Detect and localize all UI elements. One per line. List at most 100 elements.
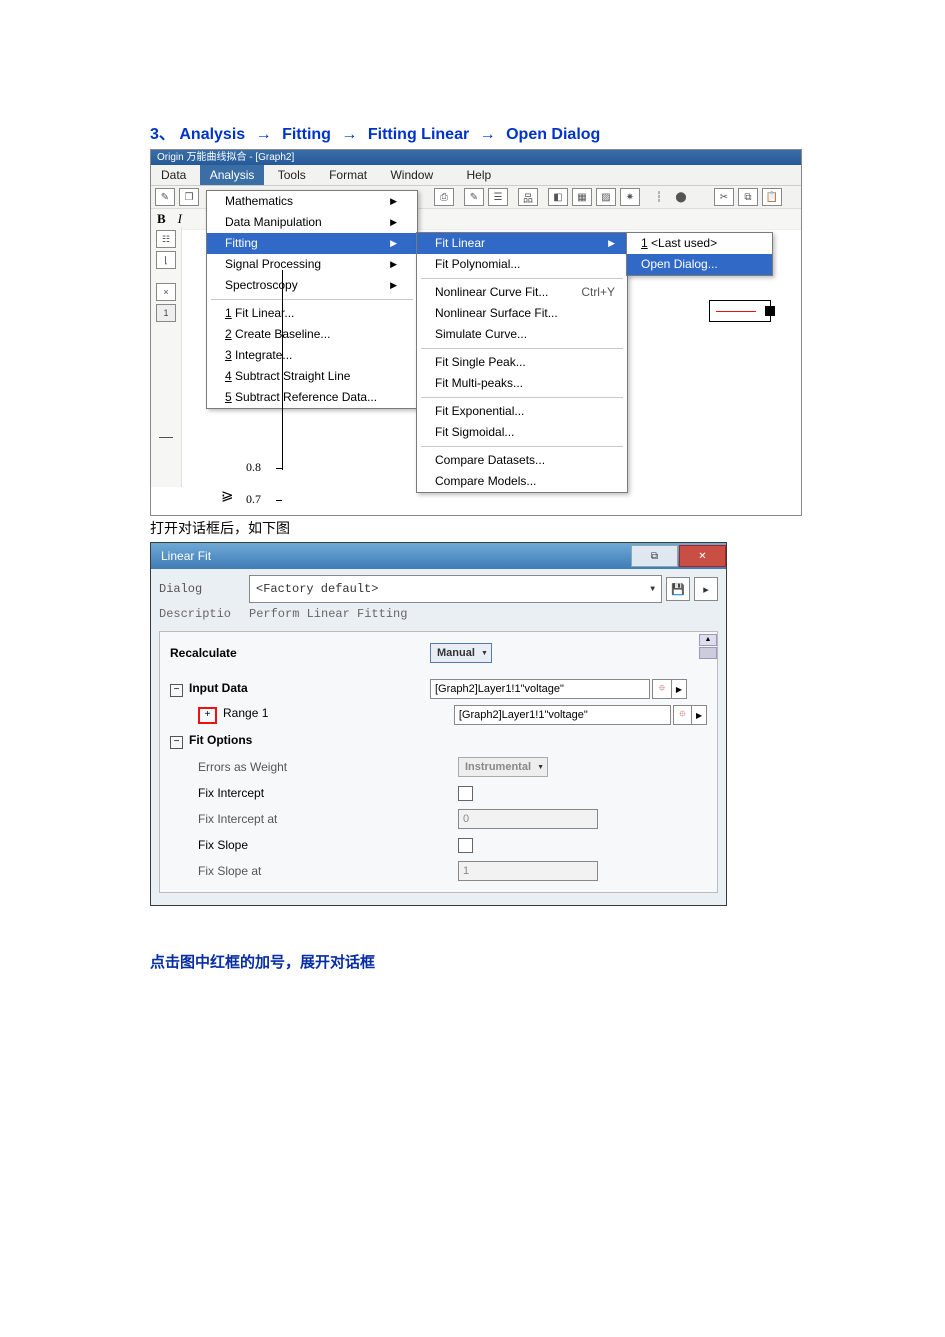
- menu-item-compare-datasets[interactable]: Compare Datasets...: [417, 450, 627, 471]
- scrollbar[interactable]: ▲: [699, 634, 715, 656]
- toolbar-icon[interactable]: ⬤: [672, 189, 690, 205]
- fit-linear-submenu: 1 <Last used> Open Dialog...: [626, 232, 773, 276]
- window-titlebar: Origin 万能曲线拟合 - [Graph2]: [151, 150, 801, 165]
- toolbar-icon[interactable]: ☰: [488, 188, 508, 206]
- range1-field[interactable]: [Graph2]Layer1!1"voltage": [454, 705, 671, 725]
- fix-intercept-checkbox[interactable]: [458, 786, 473, 801]
- errors-as-weight-label: Errors as Weight: [170, 760, 458, 774]
- theme-menu-icon[interactable]: ▸: [694, 577, 718, 601]
- toolbar-icon[interactable]: ✷: [620, 188, 640, 206]
- scroll-thumb[interactable]: [699, 647, 717, 659]
- menu-item-mathematics[interactable]: Mathematics▶: [207, 191, 417, 212]
- fit-options-label: −Fit Options: [170, 733, 430, 749]
- dialog-description: DescriptioPerform Linear Fitting: [159, 607, 718, 621]
- fix-slope-at-label: Fix Slope at: [170, 864, 458, 878]
- submenu-arrow-icon: ▶: [390, 254, 397, 275]
- toolbar-icon[interactable]: ▨: [596, 188, 616, 206]
- heading-step-3: Fitting Linear: [368, 126, 469, 143]
- heading-step-2: Fitting: [282, 126, 331, 143]
- menu-item-open-dialog[interactable]: Open Dialog...: [627, 254, 772, 275]
- menu-item-recent-1[interactable]: 1 Fit Linear...: [207, 303, 417, 324]
- menu-item-fit-linear[interactable]: Fit Linear▶: [417, 233, 627, 254]
- menu-item-recent-5[interactable]: 5 Subtract Reference Data...: [207, 387, 417, 408]
- menu-item-nonlinear-surface[interactable]: Nonlinear Surface Fit...: [417, 303, 627, 324]
- menu-separator: [421, 278, 623, 279]
- menu-item-recent-4[interactable]: 4 Subtract Straight Line: [207, 366, 417, 387]
- recalculate-label: Recalculate: [170, 646, 430, 660]
- menu-item-spectroscopy[interactable]: Spectroscopy▶: [207, 275, 417, 296]
- submenu-arrow-icon: ▶: [390, 191, 397, 212]
- submenu-arrow-icon: ▶: [390, 212, 397, 233]
- toolbar-icon[interactable]: 品: [518, 188, 538, 206]
- menu-item-fit-single-peak[interactable]: Fit Single Peak...: [417, 352, 627, 373]
- toolbar-icon[interactable]: ❐: [179, 188, 199, 206]
- fix-slope-checkbox[interactable]: [458, 838, 473, 853]
- menu-separator: [421, 397, 623, 398]
- copy-icon[interactable]: ⧉: [738, 188, 758, 206]
- menu-item-signal-processing[interactable]: Signal Processing▶: [207, 254, 417, 275]
- menu-item-recent-2[interactable]: 2 Create Baseline...: [207, 324, 417, 345]
- bold-button[interactable]: B: [157, 211, 166, 227]
- menu-item-fitting[interactable]: Fitting▶: [207, 233, 417, 254]
- toolbar-icon[interactable]: ▦: [572, 188, 592, 206]
- legend-line-icon: [716, 311, 756, 312]
- italic-button[interactable]: I: [178, 211, 182, 227]
- print-icon[interactable]: ⎙: [434, 188, 454, 206]
- theme-value: <Factory default>: [256, 582, 378, 596]
- toolbar-icon[interactable]: ✎: [464, 188, 484, 206]
- menu-help[interactable]: Help: [456, 165, 501, 185]
- range-menu-icon[interactable]: ▶: [692, 705, 707, 725]
- dialog-titlebar: Linear Fit ⧉ ✕: [151, 543, 726, 569]
- menu-analysis[interactable]: Analysis: [200, 165, 265, 185]
- menu-window[interactable]: Window: [380, 165, 443, 185]
- menu-item-recent-3[interactable]: 3 Integrate...: [207, 345, 417, 366]
- toolbar-icon[interactable]: ◧: [548, 188, 568, 206]
- menu-item-simulate-curve[interactable]: Simulate Curve...: [417, 324, 627, 345]
- fix-intercept-at-field: 0: [458, 809, 598, 829]
- cut-icon[interactable]: ✂: [714, 188, 734, 206]
- axis-tick-label: 0.8: [246, 460, 261, 475]
- linear-fit-dialog: Linear Fit ⧉ ✕ Dialog <Factory default> …: [150, 542, 727, 906]
- save-theme-icon[interactable]: 💾: [666, 577, 690, 601]
- section-heading: 3、 Analysis → Fitting → Fitting Linear →…: [150, 120, 795, 144]
- y-axis-line: [282, 270, 283, 470]
- range-selector-icon[interactable]: ⯐: [673, 705, 693, 725]
- menu-item-nonlinear-curve[interactable]: Nonlinear Curve Fit...Ctrl+Y: [417, 282, 627, 303]
- dialog-title: Linear Fit: [161, 549, 211, 563]
- menu-data[interactable]: Data: [151, 165, 196, 185]
- collapse-icon[interactable]: −: [170, 684, 183, 697]
- menu-item-data-manipulation[interactable]: Data Manipulation▶: [207, 212, 417, 233]
- menu-item-fit-sigmoidal[interactable]: Fit Sigmoidal...: [417, 422, 627, 443]
- menu-format[interactable]: Format: [319, 165, 377, 185]
- menu-tools[interactable]: Tools: [268, 165, 316, 185]
- range-selector-icon[interactable]: ⯐: [652, 679, 672, 699]
- side-icon[interactable]: ⌊: [156, 251, 176, 269]
- side-icon[interactable]: ×: [156, 283, 176, 301]
- menu-item-fit-polynomial[interactable]: Fit Polynomial...: [417, 254, 627, 275]
- range-menu-icon[interactable]: ▶: [672, 679, 687, 699]
- menu-item-compare-models[interactable]: Compare Models...: [417, 471, 627, 492]
- collapse-icon[interactable]: −: [170, 736, 183, 749]
- legend-marker-icon: [765, 306, 775, 316]
- heading-step-1: Analysis: [179, 126, 245, 143]
- close-button[interactable]: ✕: [679, 545, 726, 567]
- menu-item-fit-multi-peaks[interactable]: Fit Multi-peaks...: [417, 373, 627, 394]
- side-icon[interactable]: 1: [156, 304, 176, 322]
- toolbar-icon[interactable]: ┆: [650, 189, 668, 205]
- menu-item-last-used[interactable]: 1 <Last used>: [627, 233, 772, 254]
- side-icon[interactable]: ☷: [156, 230, 176, 248]
- menu-item-fit-exponential[interactable]: Fit Exponential...: [417, 401, 627, 422]
- menu-separator: [421, 348, 623, 349]
- submenu-arrow-icon: ▶: [390, 233, 397, 254]
- fix-intercept-label: Fix Intercept: [170, 786, 458, 800]
- scroll-up-icon[interactable]: ▲: [699, 634, 717, 646]
- rollup-button[interactable]: ⧉: [631, 545, 678, 567]
- input-data-field[interactable]: [Graph2]Layer1!1"voltage": [430, 679, 650, 699]
- theme-combo[interactable]: <Factory default> ▼: [249, 575, 662, 603]
- expand-icon[interactable]: +: [198, 707, 217, 724]
- paste-icon[interactable]: 📋: [762, 188, 782, 206]
- recalculate-select[interactable]: Manual: [430, 643, 492, 663]
- toolbar-icon[interactable]: ✎: [155, 188, 175, 206]
- axis-label-icon: ⪀: [221, 486, 234, 505]
- side-icon: —: [157, 428, 175, 444]
